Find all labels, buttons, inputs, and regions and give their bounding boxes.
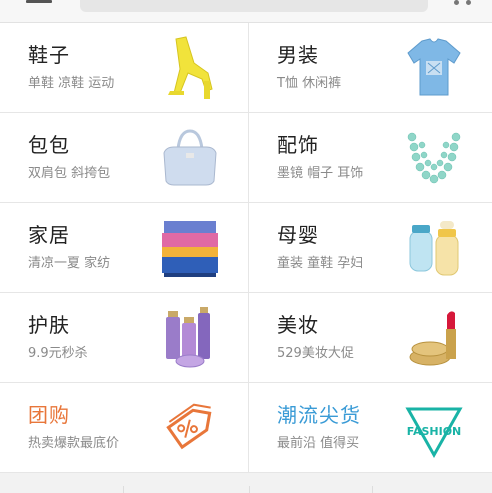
category-home[interactable]: 家居 清凉一夏 家纺 — [0, 203, 249, 293]
category-shoes[interactable]: 鞋子 单鞋 凉鞋 运动 — [0, 23, 249, 113]
blue-tshirt-icon — [407, 38, 461, 96]
more-icon[interactable] — [454, 0, 474, 8]
category-subtitle: 热卖爆款最底价 — [28, 436, 120, 451]
skincare-bottles-icon — [166, 307, 210, 368]
category-title: 母婴 — [277, 223, 319, 247]
discount-tag-icon — [166, 403, 212, 450]
category-subtitle: 墨镜 帽子 耳饰 — [277, 166, 364, 181]
category-mother-baby[interactable]: 母婴 童装 童鞋 孕妇 — [249, 203, 492, 293]
yellow-sandal-icon — [168, 36, 213, 99]
category-skincare[interactable]: 护肤 9.9元秒杀 — [0, 293, 249, 383]
category-subtitle: 单鞋 凉鞋 运动 — [28, 76, 115, 91]
category-trend[interactable]: 潮流尖货 最前沿 值得买 FASHION — [249, 383, 492, 473]
category-subtitle: 9.9元秒杀 — [28, 346, 88, 361]
category-subtitle: 最前沿 值得买 — [277, 436, 360, 451]
category-subtitle: 529美妆大促 — [277, 346, 354, 361]
category-bags[interactable]: 包包 双肩包 斜挎包 — [0, 113, 249, 203]
category-subtitle: 童装 童鞋 孕妇 — [277, 256, 364, 271]
category-title: 男装 — [277, 43, 319, 67]
category-title: 鞋子 — [28, 43, 70, 67]
bedding-icon — [162, 221, 218, 277]
category-title: 配饰 — [277, 133, 319, 157]
menu-icon[interactable] — [26, 0, 52, 3]
top-bar — [0, 0, 492, 23]
category-accessories[interactable]: 配饰 墨镜 帽子 耳饰 — [249, 113, 492, 203]
necklace-icon — [407, 132, 461, 184]
category-title: 美妆 — [277, 313, 319, 337]
category-subtitle: T恤 休闲裤 — [277, 76, 342, 91]
category-title: 护肤 — [28, 313, 70, 337]
baby-bottle-icon — [409, 221, 459, 276]
search-bar[interactable] — [80, 0, 428, 12]
category-makeup[interactable]: 美妆 529美妆大促 — [249, 293, 492, 383]
category-grid: 鞋子 单鞋 凉鞋 运动 男装 T恤 休闲裤 包包 双肩包 斜挎包 配饰 墨镜 帽… — [0, 23, 492, 473]
lipstick-icon — [409, 311, 456, 366]
category-title: 潮流尖货 — [277, 403, 361, 427]
bottom-strip — [0, 473, 492, 493]
category-subtitle: 清凉一夏 家纺 — [28, 256, 111, 271]
fashion-badge-text: FASHION — [407, 425, 462, 438]
category-title: 包包 — [28, 133, 70, 157]
category-title: 团购 — [28, 403, 70, 427]
category-menswear[interactable]: 男装 T恤 休闲裤 — [249, 23, 492, 113]
fashion-triangle-icon: FASHION — [405, 407, 463, 459]
category-group-buy[interactable]: 团购 热卖爆款最底价 — [0, 383, 249, 473]
category-title: 家居 — [28, 223, 70, 247]
handbag-icon — [163, 129, 217, 186]
category-subtitle: 双肩包 斜挎包 — [28, 166, 111, 181]
